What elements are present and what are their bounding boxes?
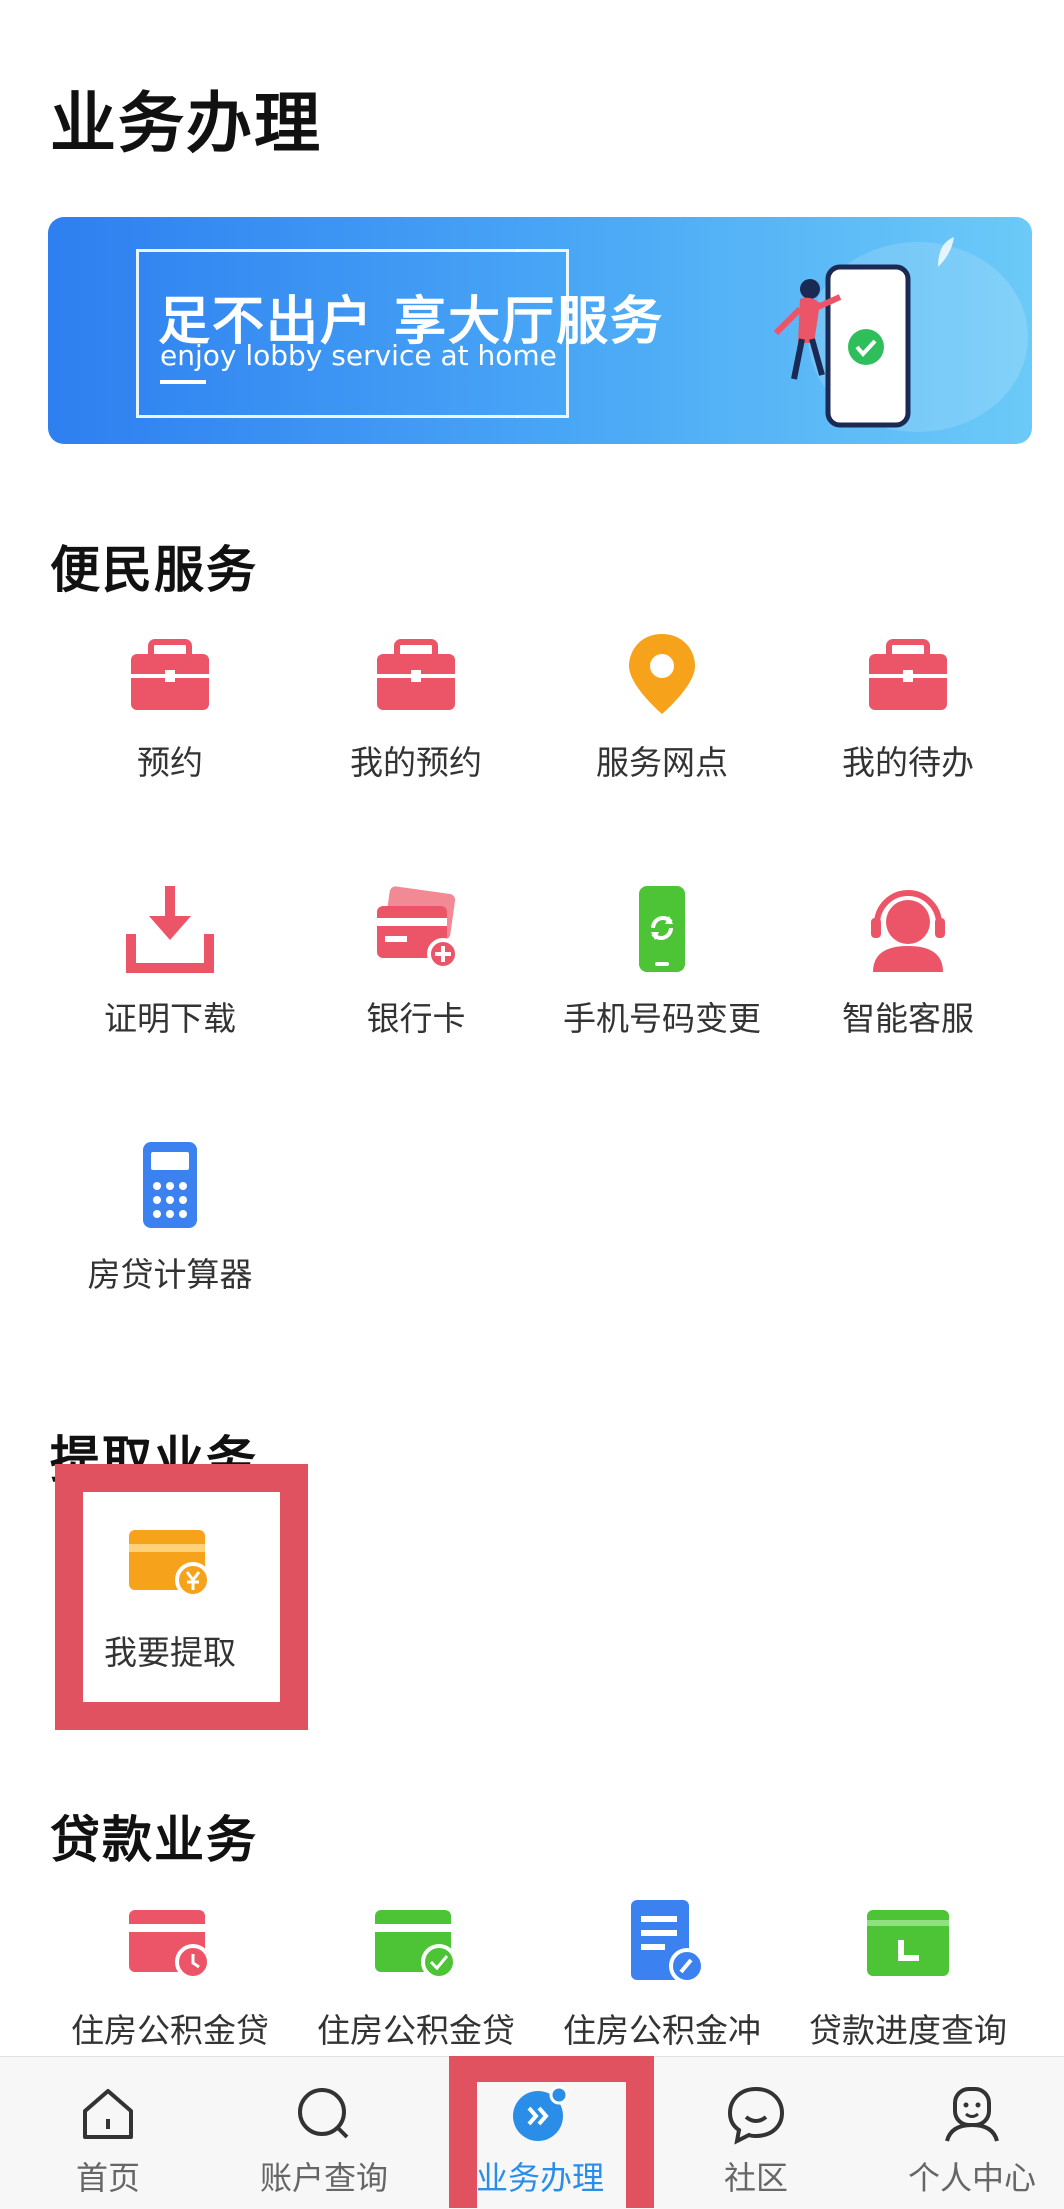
service-item-my-appointment[interactable]: 我的预约	[296, 628, 536, 784]
service-item-label: 银行卡	[366, 999, 466, 1038]
chat-bubble-icon	[727, 2086, 785, 2145]
location-pin-icon	[629, 634, 695, 714]
download-icon	[126, 886, 214, 973]
loan-item-housing-fund-offset[interactable]: 住房公积金冲	[542, 1896, 782, 2052]
loan-item-label: 住房公积金贷	[317, 2011, 515, 2050]
nav-label: 个人中心	[907, 2159, 1036, 2197]
loan-item-label: 住房公积金贷	[71, 2011, 269, 2050]
service-item-label: 我的预约	[350, 743, 482, 782]
section-title-loan: 贷款业务	[50, 1811, 258, 1869]
briefcase-icon	[377, 639, 455, 710]
service-item-withdraw[interactable]: 我要提取	[50, 1518, 290, 1674]
loan-item-housing-fund-loan-2[interactable]: 住房公积金贷	[296, 1896, 536, 2052]
nav-label: 首页	[75, 2159, 140, 2197]
wallet-yuan-icon	[129, 1530, 211, 1598]
user-icon	[945, 2087, 999, 2142]
briefcase-icon	[131, 639, 209, 710]
document-edit-icon	[631, 1900, 705, 1984]
folder-progress-icon	[867, 1910, 949, 1976]
service-item-label: 服务网点	[596, 743, 728, 782]
highlight-box-nav-business	[449, 2056, 654, 2208]
service-item-certificate-download[interactable]: 证明下载	[50, 884, 290, 1040]
nav-item-account-query[interactable]: 账户查询	[218, 2057, 430, 2209]
bank-card-icon	[377, 886, 459, 970]
loan-item-progress-query[interactable]: 贷款进度查询	[788, 1896, 1028, 2052]
promo-banner[interactable]: 足不出户 享大厅服务 enjoy lobby service at home	[48, 217, 1032, 444]
service-item-label: 预约	[137, 743, 203, 782]
loan-item-label: 贷款进度查询	[809, 2011, 1007, 2050]
banner-underline	[160, 380, 206, 384]
service-item-my-todo[interactable]: 我的待办	[788, 628, 1028, 784]
home-icon	[83, 2089, 133, 2139]
service-item-outlets[interactable]: 服务网点	[542, 628, 782, 784]
nav-item-community[interactable]: 社区	[650, 2057, 862, 2209]
nav-label: 社区	[723, 2159, 788, 2197]
service-item-label: 我的待办	[842, 743, 974, 782]
service-item-label: 手机号码变更	[563, 999, 761, 1038]
page-title: 业务办理	[50, 85, 322, 162]
loan-item-housing-fund-loan-1[interactable]: 住房公积金贷	[50, 1896, 290, 2052]
service-item-mortgage-calculator[interactable]: 房贷计算器	[50, 1140, 290, 1296]
loan-item-label: 住房公积金冲	[563, 2011, 761, 2050]
service-item-label: 我要提取	[104, 1633, 236, 1672]
section-title-convenience: 便民服务	[50, 541, 258, 599]
search-icon	[298, 2088, 349, 2139]
banner-subline: enjoy lobby service at home	[160, 339, 557, 372]
service-item-phone-change[interactable]: 手机号码变更	[542, 884, 782, 1040]
nav-item-home[interactable]: 首页	[2, 2057, 214, 2209]
card-check-icon	[375, 1910, 457, 1980]
customer-service-icon	[871, 890, 945, 972]
service-item-label: 证明下载	[104, 999, 236, 1038]
service-item-appointment[interactable]: 预约	[50, 628, 290, 784]
service-item-label: 房贷计算器	[87, 1255, 253, 1294]
card-clock-icon	[129, 1910, 211, 1980]
service-item-label: 智能客服	[842, 999, 974, 1038]
service-item-customer-service[interactable]: 智能客服	[788, 884, 1028, 1040]
calculator-icon	[143, 1142, 197, 1228]
banner-illustration	[773, 237, 1028, 432]
nav-item-profile[interactable]: 个人中心	[866, 2057, 1064, 2209]
nav-label: 账户查询	[259, 2159, 388, 2197]
service-item-bank-card[interactable]: 银行卡	[296, 884, 536, 1040]
phone-refresh-icon	[639, 886, 685, 972]
briefcase-icon	[869, 639, 947, 710]
